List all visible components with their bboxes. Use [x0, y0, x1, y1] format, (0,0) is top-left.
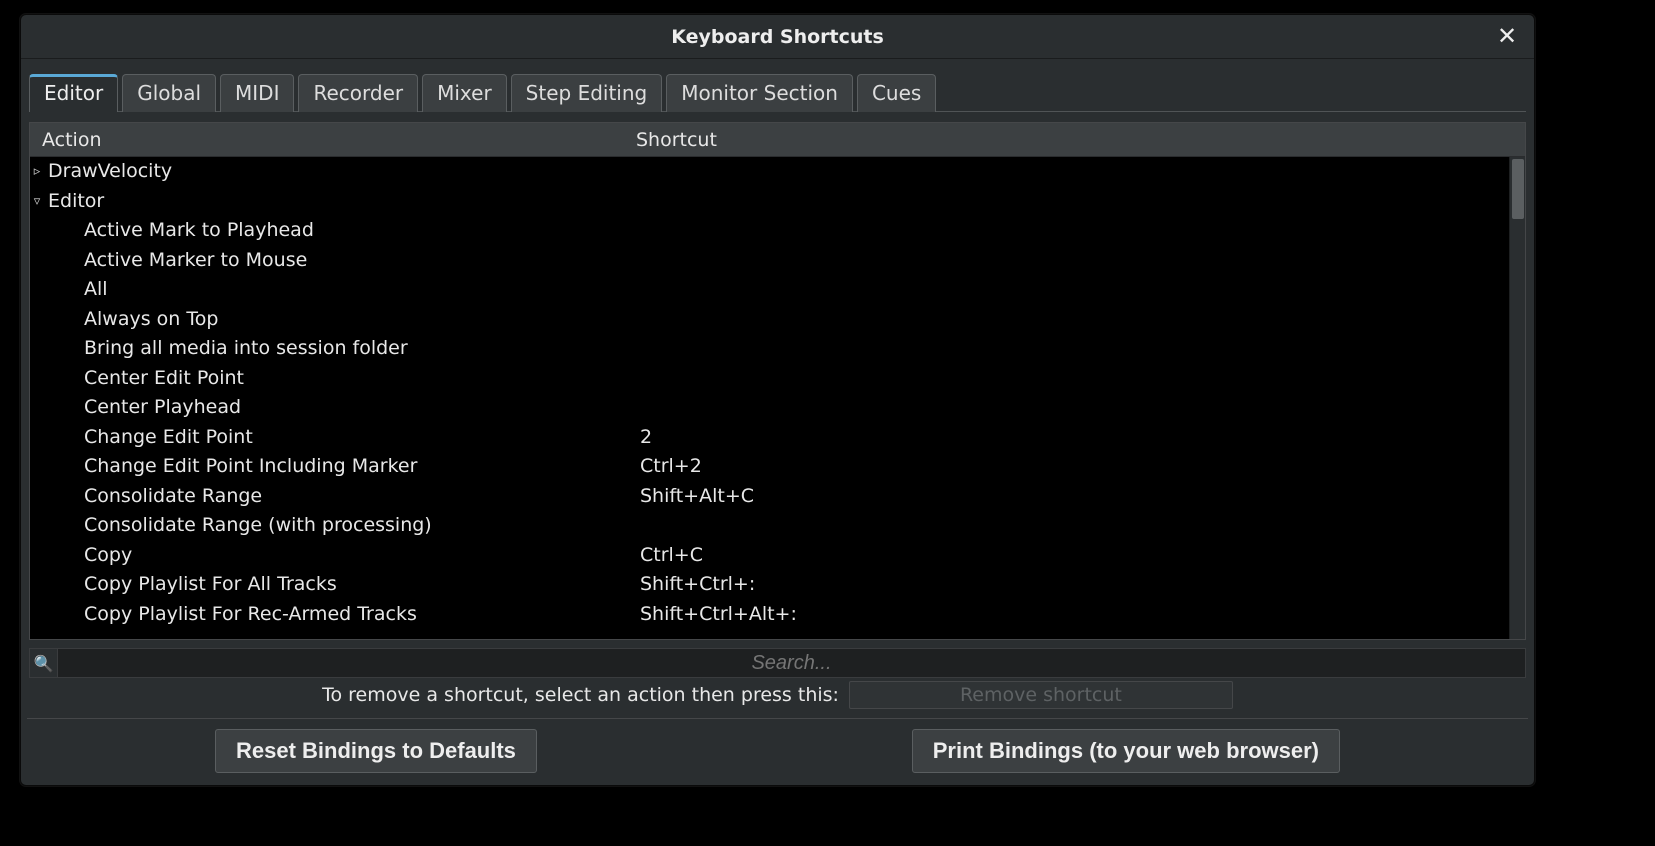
tree-row[interactable]: Active Mark to Playhead — [30, 216, 1525, 246]
tree-group-editor[interactable]: ▿ Editor — [30, 187, 1525, 217]
tab-step-editing[interactable]: Step Editing — [511, 74, 663, 112]
remove-shortcut-row: To remove a shortcut, select an action t… — [29, 680, 1526, 710]
group-label: DrawVelocity — [44, 157, 172, 187]
content: Editor Global MIDI Recorder Mixer Step E… — [21, 59, 1534, 785]
tab-cues[interactable]: Cues — [857, 74, 936, 112]
keyboard-shortcuts-dialog: Keyboard Shortcuts ✕ Editor Global MIDI … — [20, 14, 1535, 786]
action-label: Copy — [30, 541, 640, 571]
tree-row[interactable]: Bring all media into session folder — [30, 334, 1525, 364]
action-label: Copy Playlist For Rec-Armed Tracks — [30, 600, 640, 630]
reset-bindings-button[interactable]: Reset Bindings to Defaults — [215, 729, 537, 773]
scrollbar-thumb[interactable] — [1512, 159, 1524, 219]
action-label: Center Edit Point — [30, 364, 640, 394]
action-label: Center Playhead — [30, 393, 640, 423]
tab-global[interactable]: Global — [122, 74, 216, 112]
tab-midi[interactable]: MIDI — [220, 74, 294, 112]
action-label: Active Marker to Mouse — [30, 246, 640, 276]
tree-row[interactable]: Copy Playlist For Rec-Armed Tracks Shift… — [30, 600, 1525, 630]
tree-row[interactable]: Center Edit Point — [30, 364, 1525, 394]
chevron-right-icon[interactable]: ▹ — [30, 157, 44, 187]
shortcut-label: Shift+Ctrl+Alt+: — [640, 600, 1525, 630]
action-label: Bring all media into session folder — [30, 334, 640, 364]
tree-row[interactable]: Always on Top — [30, 305, 1525, 335]
spacer — [549, 729, 900, 773]
action-label: Active Mark to Playhead — [30, 216, 640, 246]
shortcut-label: Ctrl+2 — [640, 452, 1525, 482]
close-icon[interactable]: ✕ — [1494, 23, 1520, 49]
tree-row[interactable]: Change Edit Point Including Marker Ctrl+… — [30, 452, 1525, 482]
tree-row[interactable]: Active Marker to Mouse — [30, 246, 1525, 276]
action-label: Change Edit Point Including Marker — [30, 452, 640, 482]
tree-row[interactable]: Change Edit Point 2 — [30, 423, 1525, 453]
tree-row[interactable]: Consolidate Range Shift+Alt+C — [30, 482, 1525, 512]
footer: Reset Bindings to Defaults Print Binding… — [27, 718, 1528, 779]
tree-row[interactable]: All — [30, 275, 1525, 305]
scrollbar-vertical[interactable] — [1509, 157, 1525, 639]
column-header-shortcut[interactable]: Shortcut — [630, 129, 1525, 151]
shortcut-label — [640, 275, 1525, 305]
action-label: Always on Top — [30, 305, 640, 335]
shortcut-label: Shift+Alt+C — [640, 482, 1525, 512]
dialog-title: Keyboard Shortcuts — [671, 26, 884, 48]
spacer — [33, 729, 203, 773]
shortcut-label: 2 — [640, 423, 1525, 453]
tab-monitor-section[interactable]: Monitor Section — [666, 74, 853, 112]
tree-header: Action Shortcut — [30, 123, 1525, 157]
action-label: Consolidate Range (with processing) — [30, 511, 640, 541]
tab-editor[interactable]: Editor — [29, 74, 118, 112]
shortcut-label — [640, 364, 1525, 394]
group-label: Editor — [44, 187, 104, 217]
shortcut-label — [640, 305, 1525, 335]
tree-row[interactable]: Center Playhead — [30, 393, 1525, 423]
tree-row[interactable]: Copy Ctrl+C — [30, 541, 1525, 571]
action-label: Copy Playlist For All Tracks — [30, 570, 640, 600]
chevron-down-icon[interactable]: ▿ — [30, 187, 44, 217]
spacer — [1352, 729, 1522, 773]
tree-row[interactable]: Consolidate Range (with processing) — [30, 511, 1525, 541]
search-bar: 🔍 — [29, 648, 1526, 678]
search-input[interactable] — [58, 652, 1525, 675]
tree-row[interactable]: Copy Playlist For All Tracks Shift+Ctrl+… — [30, 570, 1525, 600]
print-bindings-button[interactable]: Print Bindings (to your web browser) — [912, 729, 1340, 773]
action-label: Change Edit Point — [30, 423, 640, 453]
action-label: All — [30, 275, 640, 305]
shortcut-label: Ctrl+C — [640, 541, 1525, 571]
tab-recorder[interactable]: Recorder — [298, 74, 418, 112]
tab-mixer[interactable]: Mixer — [422, 74, 507, 112]
shortcut-label — [640, 393, 1525, 423]
tabbar: Editor Global MIDI Recorder Mixer Step E… — [29, 73, 1526, 112]
shortcut-label: Shift+Ctrl+: — [640, 570, 1525, 600]
action-label: Consolidate Range — [30, 482, 640, 512]
shortcut-label — [640, 216, 1525, 246]
shortcut-label — [640, 246, 1525, 276]
tree-body: ▹ DrawVelocity ▿ Editor Active Mark to P… — [30, 157, 1525, 639]
column-header-action[interactable]: Action — [30, 129, 630, 151]
remove-hint-label: To remove a shortcut, select an action t… — [322, 684, 839, 706]
shortcut-label — [640, 334, 1525, 364]
remove-shortcut-button[interactable]: Remove shortcut — [849, 681, 1233, 709]
titlebar: Keyboard Shortcuts ✕ — [21, 15, 1534, 59]
shortcut-tree: Action Shortcut ▹ DrawVelocity ▿ Editor … — [29, 122, 1526, 640]
search-icon: 🔍 — [30, 649, 58, 677]
shortcut-label — [640, 511, 1525, 541]
tree-group-drawvelocity[interactable]: ▹ DrawVelocity — [30, 157, 1525, 187]
